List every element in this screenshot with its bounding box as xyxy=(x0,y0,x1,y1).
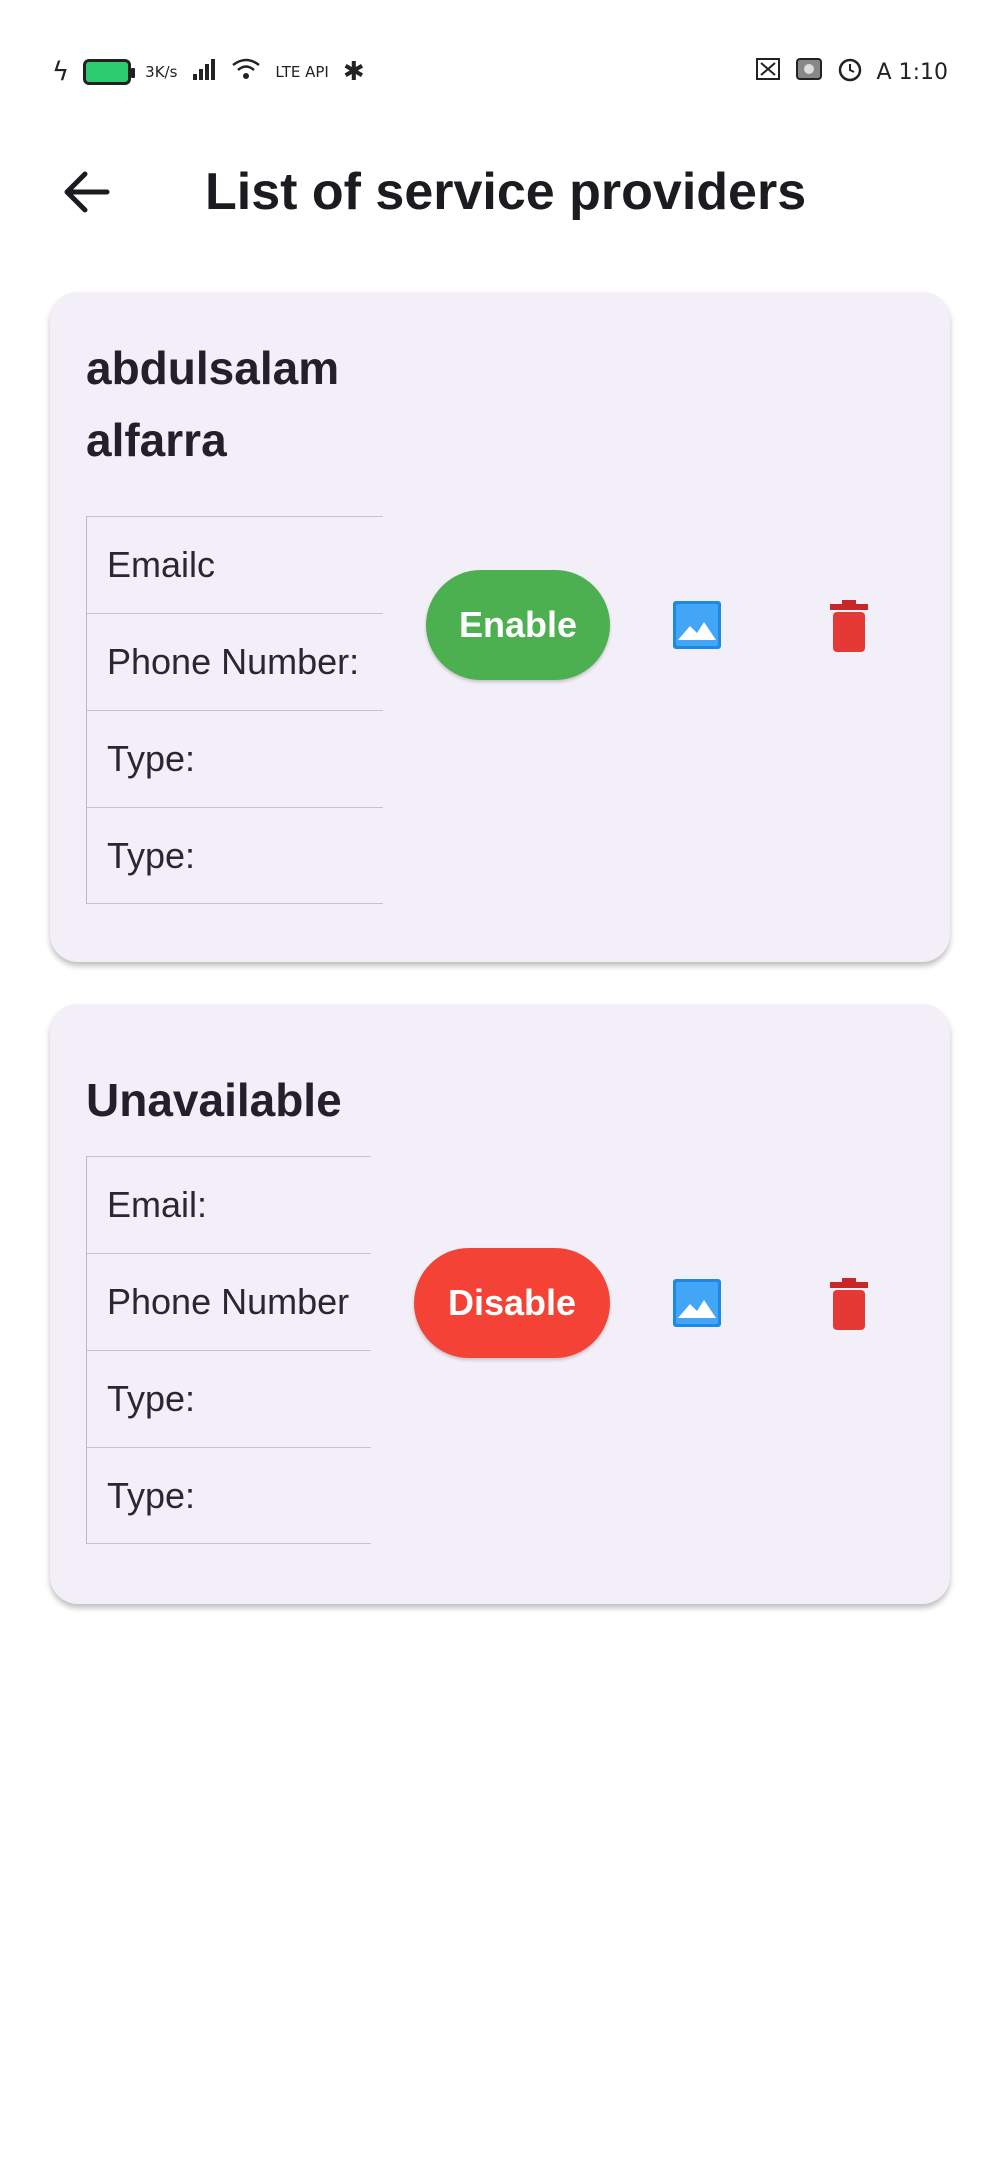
image-icon[interactable] xyxy=(672,600,722,650)
provider-card: abdulsalam alfarra Emailc Phone Number: … xyxy=(50,292,950,962)
disable-button[interactable]: Disable xyxy=(414,1248,610,1358)
back-button[interactable] xyxy=(52,160,120,228)
page-title: List of service providers xyxy=(205,163,807,221)
trash-icon[interactable] xyxy=(830,1278,868,1330)
alarm-icon xyxy=(837,56,863,88)
clock-text: A 1:10 xyxy=(876,59,948,85)
status-bar: ϟ 3K/s LTE API ✱ A 1:10 xyxy=(0,0,988,140)
type-row: Type: xyxy=(87,1350,371,1447)
phone-row: Phone Number: xyxy=(87,613,383,710)
email-row: Emailc xyxy=(87,516,383,613)
app-bar: List of service providers xyxy=(0,140,988,250)
battery-icon xyxy=(83,59,136,85)
screenshot-icon xyxy=(795,56,823,88)
image-icon[interactable] xyxy=(672,1278,722,1328)
provider-name: Unavailable xyxy=(86,1074,342,1126)
type-row: Type: xyxy=(87,1447,371,1544)
provider-info-table: Emailc Phone Number: Type: Type: xyxy=(86,516,383,904)
status-bar-left: ϟ 3K/s LTE API ✱ xyxy=(52,52,365,92)
enable-button[interactable]: Enable xyxy=(426,570,610,680)
network-type: LTE API xyxy=(275,62,329,81)
arrow-left-icon xyxy=(59,165,113,223)
network-speed: 3K/s xyxy=(145,62,178,81)
status-bar-right: A 1:10 xyxy=(755,52,948,92)
email-row: Email: xyxy=(87,1156,371,1253)
flash-icon: ϟ xyxy=(52,57,70,87)
trash-icon[interactable] xyxy=(830,600,868,652)
type-row: Type: xyxy=(87,807,383,904)
provider-info-table: Email: Phone Number Type: Type: xyxy=(86,1156,371,1544)
signal-icon xyxy=(191,56,217,88)
type-row: Type: xyxy=(87,710,383,807)
provider-card: Unavailable Email: Phone Number Type: Ty… xyxy=(50,1004,950,1604)
bluetooth-icon: ✱ xyxy=(342,57,365,87)
provider-name: abdulsalam alfarra xyxy=(86,342,340,466)
nfc-icon xyxy=(755,57,781,87)
wifi-icon xyxy=(231,56,261,88)
phone-row: Phone Number xyxy=(87,1253,371,1350)
